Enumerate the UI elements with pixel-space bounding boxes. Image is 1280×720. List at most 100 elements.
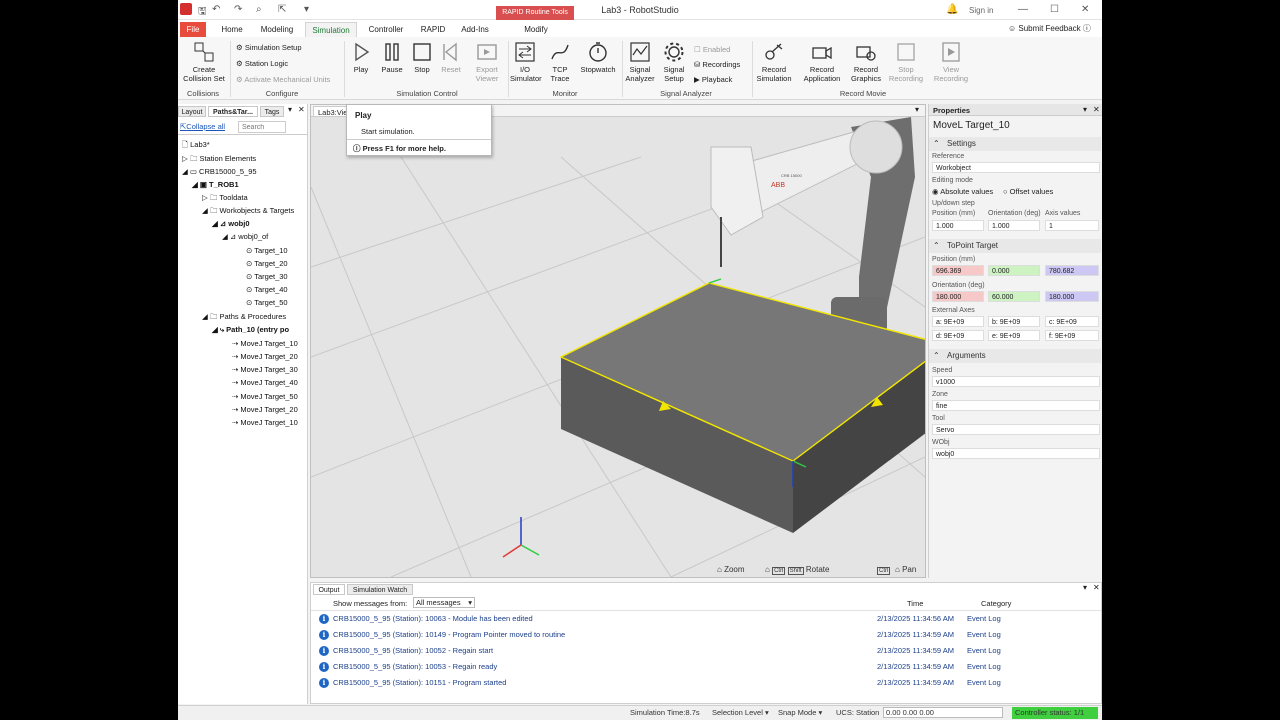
external-axis-b[interactable]: b: 9E+09	[988, 316, 1040, 327]
panel-menu-icon[interactable]: ▾	[1083, 105, 1087, 114]
arguments-section[interactable]: ⌃ Arguments	[929, 349, 1101, 363]
stopwatch-button[interactable]: Stopwatch	[578, 41, 618, 74]
orientation-rx-field[interactable]: 180.000	[932, 291, 984, 302]
tab-home[interactable]: Home	[216, 22, 248, 37]
wobj-select[interactable]: wobj0	[932, 448, 1100, 459]
view-recording-button[interactable]: View Recording	[930, 41, 972, 83]
sign-in-link[interactable]: Sign in	[969, 6, 993, 15]
tab-modify[interactable]: Modify	[516, 22, 556, 37]
io-simulator-button[interactable]: I/O Simulator	[510, 41, 542, 83]
selection-level-dropdown[interactable]: Selection Level ▾	[712, 708, 769, 717]
filter-select[interactable]: All messages ▾	[413, 597, 475, 608]
zone-select[interactable]: fine	[932, 400, 1100, 411]
tree-item-target[interactable]: ⊙ Target_20	[246, 258, 288, 270]
orientation-rz-field[interactable]: 180.000	[1045, 291, 1099, 302]
tree-item-move[interactable]: ⇢ MoveJ Target_50	[232, 391, 298, 403]
playback-button[interactable]: ▶ Playback	[694, 75, 732, 84]
stop-button[interactable]: Stop	[410, 41, 434, 74]
tab-add-ins[interactable]: Add-Ins	[456, 22, 494, 37]
external-axis-c[interactable]: c: 9E+09	[1045, 316, 1099, 327]
orientation-ry-field[interactable]: 60.000	[988, 291, 1040, 302]
notification-bell-icon[interactable]: 🔔	[946, 4, 958, 15]
tree-item-wobj0[interactable]: ◢ ⊿ wobj0	[212, 218, 250, 230]
panel-close-icon[interactable]: ✕	[298, 105, 305, 114]
panel-menu-icon[interactable]: ▾	[288, 105, 292, 114]
tree-item-task[interactable]: ◢ ▣ T_ROB1	[192, 179, 239, 191]
absolute-values-radio[interactable]: ◉ Absolute values	[932, 187, 993, 196]
tab-simulation[interactable]: Simulation	[305, 22, 357, 37]
record-graphics-button[interactable]: Record Graphics	[846, 41, 886, 83]
submit-feedback-link[interactable]: ☺ Submit Feedback ⓘ	[1008, 23, 1091, 34]
log-row[interactable]: i CRB15000_5_95 (Station): 10151 - Progra…	[319, 676, 506, 690]
tab-simulation-watch[interactable]: Simulation Watch	[347, 584, 413, 595]
column-time[interactable]: Time	[907, 599, 923, 608]
tool-select[interactable]: Servo	[932, 424, 1100, 435]
record-application-button[interactable]: Record Application	[800, 41, 844, 83]
column-category[interactable]: Category	[981, 599, 1011, 608]
station-logic-button[interactable]: ⚙ Station Logic	[236, 59, 288, 68]
tab-file[interactable]: File	[180, 22, 206, 37]
offset-values-radio[interactable]: ○ Offset values	[1003, 187, 1053, 196]
external-axis-f[interactable]: f: 9E+09	[1045, 330, 1099, 341]
tab-rapid[interactable]: RAPID	[416, 22, 450, 37]
tree-search-input[interactable]	[238, 121, 286, 133]
tree-item-workobjects[interactable]: ◢ 🗀 Workobjects & Targets	[202, 205, 294, 217]
tree-item-target[interactable]: ⊙ Target_50	[246, 297, 288, 309]
tree-item-move[interactable]: ⇢ MoveJ Target_20	[232, 404, 298, 416]
tree-item-paths-procedures[interactable]: ◢ 🗀 Paths & Procedures	[202, 311, 286, 323]
3d-viewport[interactable]: Lab3:View1 ▾ ABB CRB 15000 ⌂ Pan ⌂ Zoom …	[310, 104, 926, 578]
enabled-toggle[interactable]: ☐ Enabled	[694, 45, 730, 54]
recordings-button[interactable]: ⛁ Recordings	[694, 60, 740, 69]
external-axis-a[interactable]: a: 9E+09	[932, 316, 984, 327]
tree-item-target[interactable]: ⊙ Target_30	[246, 271, 288, 283]
tree-item-move[interactable]: ⇢ MoveJ Target_10	[232, 417, 298, 429]
external-axis-d[interactable]: d: 9E+09	[932, 330, 984, 341]
tree-item-tooldata[interactable]: ▷ 🗀 Tooldata	[202, 192, 248, 204]
tab-layout[interactable]: Layout	[178, 106, 206, 117]
snap-mode-dropdown[interactable]: Snap Mode ▾	[778, 708, 822, 717]
tree-item-move[interactable]: ⇢ MoveJ Target_40	[232, 377, 298, 389]
reference-select[interactable]: Workobject	[932, 162, 1100, 173]
close-icon[interactable]: ✕	[1081, 4, 1089, 15]
speed-select[interactable]: v1000	[932, 376, 1100, 387]
tree-item-path-10[interactable]: ◢ ⤷ Path_10 (entry po	[212, 324, 289, 336]
pause-button[interactable]: Pause	[378, 41, 406, 74]
simulation-setup-button[interactable]: ⚙ Simulation Setup	[236, 43, 302, 52]
stop-recording-button[interactable]: Stop Recording	[888, 41, 924, 83]
maximize-icon[interactable]: ☐	[1050, 4, 1059, 15]
tree-item-wobj0-of[interactable]: ◢ ⊿ wobj0_of	[222, 231, 268, 243]
signal-analyzer-button[interactable]: Signal Analyzer	[624, 41, 656, 83]
topoint-section[interactable]: ⌃ ToPoint Target	[929, 239, 1101, 253]
tab-output[interactable]: Output	[313, 584, 345, 595]
tcp-trace-button[interactable]: TCP Trace	[546, 41, 574, 83]
create-collision-set-button[interactable]: Create Collision Set	[180, 41, 228, 83]
log-row[interactable]: i CRB15000_5_95 (Station): 10052 - Regain…	[319, 644, 493, 658]
tree-item-target[interactable]: ⊙ Target_40	[246, 284, 288, 296]
tab-controller[interactable]: Controller	[363, 22, 409, 37]
viewport-menu-icon[interactable]: ▾	[915, 105, 919, 114]
log-row[interactable]: i CRB15000_5_95 (Station): 10063 - Module…	[319, 612, 533, 626]
play-button[interactable]: Play	[348, 41, 374, 74]
updown-position-field[interactable]: 1.000	[932, 220, 984, 231]
tree-item-station-elements[interactable]: ▷ 🗀 Station Elements	[182, 153, 256, 165]
panel-menu-icon[interactable]: ▾	[1083, 583, 1087, 592]
record-simulation-button[interactable]: Record Simulation	[754, 41, 794, 83]
tab-paths-targets[interactable]: Paths&Tar...	[208, 106, 258, 117]
controller-status[interactable]: Controller status: 1/1	[1012, 707, 1098, 719]
position-z-field[interactable]: 780.682	[1045, 265, 1099, 276]
panel-close-icon[interactable]: ✕	[1093, 583, 1100, 592]
updown-axis-field[interactable]: 1	[1045, 220, 1099, 231]
reset-button[interactable]: Reset	[438, 41, 464, 74]
position-x-field[interactable]: 696.369	[932, 265, 984, 276]
minimize-icon[interactable]: —	[1018, 4, 1028, 15]
external-axis-e[interactable]: e: 9E+09	[988, 330, 1040, 341]
tab-tags[interactable]: Tags	[260, 106, 284, 117]
collapse-all-link[interactable]: ⇱Collapse all	[180, 122, 225, 131]
log-row[interactable]: i CRB15000_5_95 (Station): 10053 - Regain…	[319, 660, 497, 674]
panel-close-icon[interactable]: ✕	[1093, 105, 1100, 114]
export-viewer-button[interactable]: Export Viewer	[470, 41, 504, 83]
log-row[interactable]: i CRB15000_5_95 (Station): 10149 - Progra…	[319, 628, 565, 642]
signal-setup-button[interactable]: Signal Setup	[658, 41, 690, 83]
settings-section[interactable]: ⌃ Settings	[929, 137, 1101, 151]
tree-item-move[interactable]: ⇢ MoveJ Target_20	[232, 351, 298, 363]
